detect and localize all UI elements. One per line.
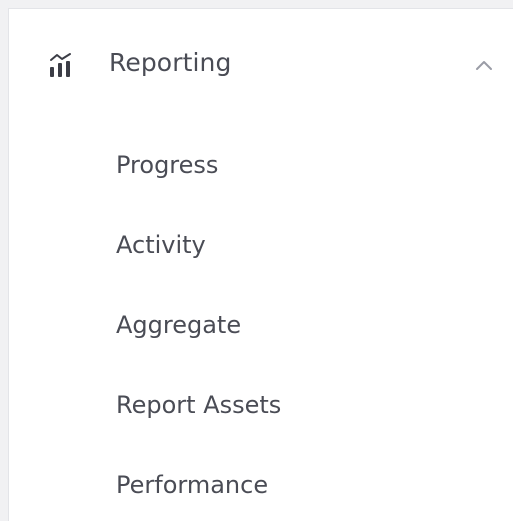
chart-bars-icon [48, 52, 74, 78]
menu-item-performance[interactable]: Performance [9, 457, 513, 513]
menu-item-label: Performance [116, 471, 269, 499]
menu-item-label: Report Assets [116, 391, 282, 419]
menu-item-progress[interactable]: Progress [9, 137, 513, 193]
chevron-up-icon [474, 57, 494, 73]
menu-item-label: Activity [116, 231, 206, 259]
menu-item-label: Progress [116, 151, 219, 179]
menu-item-label: Aggregate [116, 311, 242, 339]
page: Reporting Progress Activity Aggregate Re… [0, 0, 513, 521]
menu-item-aggregate[interactable]: Aggregate [9, 297, 513, 353]
sidebar-panel: Reporting Progress Activity Aggregate Re… [8, 8, 513, 521]
reporting-section-toggle[interactable]: Reporting [9, 9, 513, 119]
reporting-section-title: Reporting [109, 48, 232, 77]
menu-item-activity[interactable]: Activity [9, 217, 513, 273]
menu-item-report-assets[interactable]: Report Assets [9, 377, 513, 433]
